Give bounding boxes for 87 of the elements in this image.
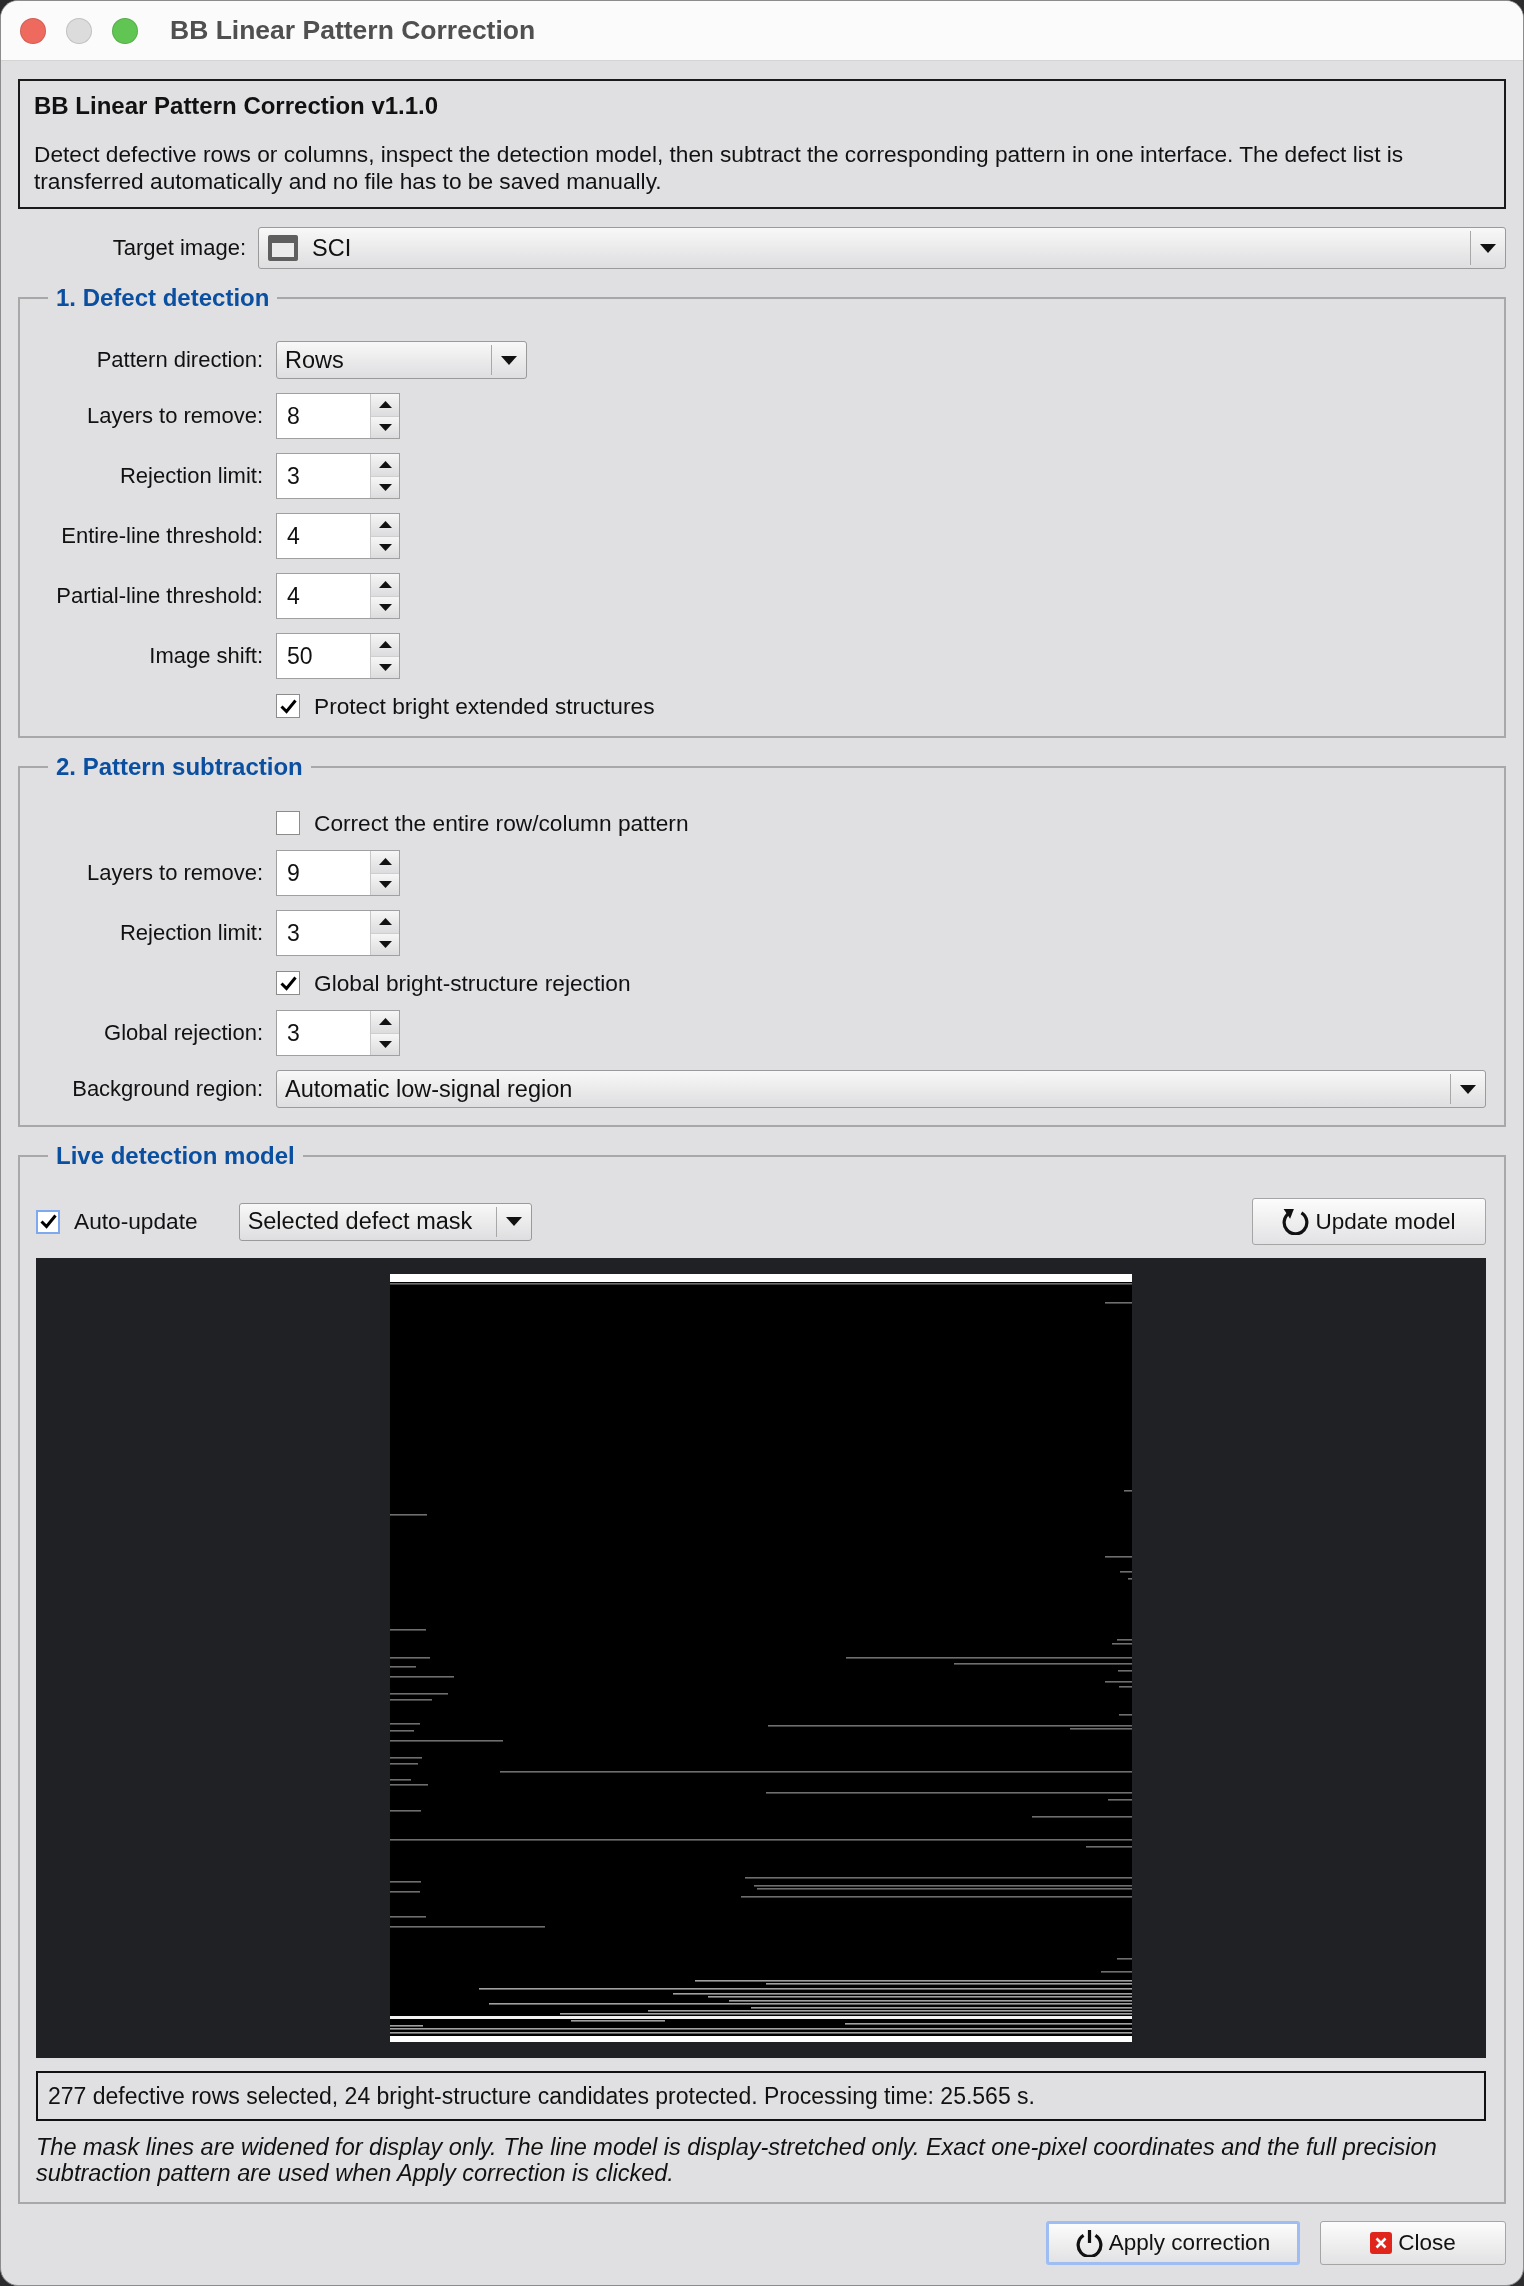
dropdown[interactable]: SCI <box>258 227 1506 269</box>
up-arrow-icon <box>378 581 392 589</box>
number-field[interactable]: 8 <box>276 393 400 439</box>
group-title: Live detection model <box>55 1142 296 1170</box>
number-field[interactable]: 9 <box>276 850 400 896</box>
close-dialog-button[interactable]: Close <box>1320 2221 1506 2265</box>
description-text: Detect defective rows or columns, inspect the detection model, then subtract the corresponding pattern in one interface. The defect list is transferred automatically and no file has to be saved manually. <box>34 141 1405 195</box>
group-title: 2. Pattern subtraction <box>55 753 304 781</box>
checkbox[interactable] <box>276 694 300 718</box>
checkmark-icon <box>39 1214 57 1229</box>
field-label: Background region: <box>72 1076 263 1102</box>
up-arrow-icon <box>378 1018 392 1026</box>
checkbox-label[interactable]: Auto-update <box>74 1208 198 1235</box>
dropdown[interactable]: Automatic low-signal region <box>276 1070 1486 1108</box>
power-icon <box>1075 2229 1103 2257</box>
close-button[interactable] <box>20 17 46 44</box>
caret-icon <box>501 355 517 365</box>
field-label: Layers to remove: <box>86 860 263 886</box>
down-arrow-icon <box>378 423 392 431</box>
checkbox[interactable] <box>276 811 300 835</box>
checkbox[interactable] <box>36 1209 60 1234</box>
spin-up-button[interactable] <box>371 514 399 536</box>
field-label: Layers to remove: <box>86 403 263 429</box>
down-arrow-icon <box>378 1040 392 1048</box>
number-field[interactable]: 3 <box>276 910 400 956</box>
field-label: Pattern direction: <box>96 347 263 373</box>
checkbox-label[interactable]: Correct the entire row/column pattern <box>314 809 689 837</box>
spin-down-button[interactable] <box>371 535 399 558</box>
down-arrow-icon <box>378 880 392 888</box>
spin-down-button[interactable] <box>371 595 399 618</box>
header-title: BB Linear Pattern Correction v1.1.0 <box>34 92 440 120</box>
number-field[interactable]: 4 <box>276 573 400 619</box>
up-arrow-icon <box>378 858 392 866</box>
spin-down-button[interactable] <box>371 475 399 498</box>
field-label: Rejection limit: <box>119 920 263 946</box>
caret-icon <box>1460 1084 1476 1094</box>
number-field[interactable]: 50 <box>276 633 400 679</box>
spin-up-button[interactable] <box>371 394 399 416</box>
window-title: BB Linear Pattern Correction <box>170 15 536 46</box>
checkmark-icon <box>279 698 297 714</box>
refresh-icon <box>1282 1208 1310 1235</box>
up-arrow-icon <box>378 521 392 529</box>
checkmark-icon <box>279 975 297 991</box>
field-label: Rejection limit: <box>119 463 263 489</box>
spin-down-button[interactable] <box>371 415 399 438</box>
apply-button[interactable]: Apply correction <box>1046 2221 1300 2265</box>
status-message: 277 defective rows selected, 24 bright-structure candidates protected. Processing time: 25.565 s. <box>36 2071 1486 2121</box>
checkbox-label[interactable]: Protect bright extended structures <box>314 692 655 720</box>
field-label: Global rejection: <box>104 1020 263 1046</box>
spin-down-button[interactable] <box>371 932 399 955</box>
close-icon <box>1370 2232 1393 2254</box>
field-label: Target image: <box>112 235 246 261</box>
spin-up-button[interactable] <box>371 634 399 656</box>
up-arrow-icon <box>378 918 392 926</box>
checkbox[interactable] <box>276 971 300 995</box>
zoom-button[interactable] <box>112 17 138 44</box>
caret-icon <box>1480 243 1496 253</box>
caret-icon <box>505 1217 522 1226</box>
number-field[interactable]: 4 <box>276 513 400 559</box>
down-arrow-icon <box>378 663 392 671</box>
spin-down-button[interactable] <box>371 1032 399 1055</box>
spin-up-button[interactable] <box>371 454 399 476</box>
spin-up-button[interactable] <box>371 1011 399 1033</box>
update-button[interactable]: Update model <box>1252 1198 1486 1245</box>
down-arrow-icon <box>378 543 392 551</box>
group-title: 1. Defect detection <box>55 284 271 312</box>
spin-up-button[interactable] <box>371 574 399 596</box>
image-icon <box>268 235 298 261</box>
up-arrow-icon <box>378 641 392 649</box>
down-arrow-icon <box>378 603 392 611</box>
field-label: Partial-line threshold: <box>56 583 263 609</box>
dropdown[interactable]: Selected defect mask <box>238 1202 532 1241</box>
down-arrow-icon <box>378 940 392 948</box>
spin-up-button[interactable] <box>371 851 399 873</box>
dropdown[interactable]: Rows <box>276 341 527 379</box>
spin-up-button[interactable] <box>371 911 399 933</box>
spin-down-button[interactable] <box>371 872 399 895</box>
down-arrow-icon <box>378 483 392 491</box>
checkbox-label[interactable]: Global bright-structure rejection <box>314 969 631 997</box>
up-arrow-icon <box>378 461 392 469</box>
spin-down-button[interactable] <box>371 655 399 678</box>
up-arrow-icon <box>378 401 392 409</box>
number-field[interactable]: 3 <box>276 1010 400 1056</box>
field-label: Image shift: <box>149 643 263 669</box>
field-label: Entire-line threshold: <box>61 523 263 549</box>
note-text: The mask lines are widened for display only. The line model is display-stretched only. Exact one-pixel coordinates and the full precision subtraction pattern are used when Apply correction is clicked. <box>36 2134 1438 2186</box>
number-field[interactable]: 3 <box>276 453 400 499</box>
